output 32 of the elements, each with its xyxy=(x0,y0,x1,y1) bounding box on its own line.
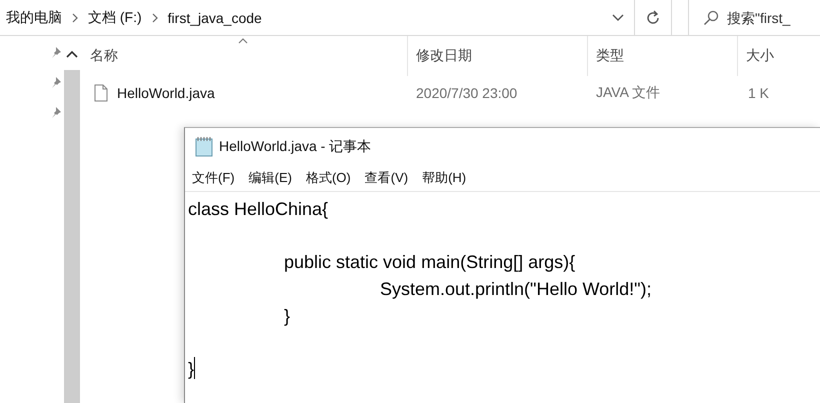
chevron-right-icon xyxy=(152,12,158,22)
pin-icon[interactable] xyxy=(50,106,62,118)
text-area[interactable]: class HelloChina{ public static void main(String[] args){ System.out.println("Hello World!"); } } xyxy=(185,192,820,383)
sort-up-icon xyxy=(238,38,248,44)
column-header[interactable]: 大小 xyxy=(738,36,820,76)
menu-item[interactable]: 格式(O) xyxy=(306,169,351,187)
pin-icon[interactable] xyxy=(50,46,62,58)
menu-item[interactable]: 查看(V) xyxy=(364,169,408,187)
table-cell-text: JAVA 文件 xyxy=(595,84,662,102)
chevron-down-icon xyxy=(612,14,624,22)
search-field[interactable]: 搜索"first_ xyxy=(727,10,807,26)
file-name[interactable]: HelloWorld.java xyxy=(117,85,215,101)
notepad-icon xyxy=(195,136,213,156)
search-icon xyxy=(703,10,719,26)
table-cell-text: 2020/7/30 23:00 xyxy=(415,85,518,101)
refresh-icon xyxy=(645,10,661,26)
chevron-right-icon xyxy=(72,12,78,22)
table-cell-text: 1 K xyxy=(747,85,770,101)
code-text: class HelloChina{ public static void main(String[] args){ System.out.println("Hello World!"); } } xyxy=(188,196,652,383)
breadcrumb-item[interactable]: first_java_code xyxy=(168,10,262,26)
breadcrumb-item[interactable]: 我的电脑 xyxy=(6,8,62,26)
pin-icon[interactable] xyxy=(50,76,62,88)
menu-item[interactable]: 编辑(E) xyxy=(248,169,292,187)
window-title: HelloWorld.java - 记事本 xyxy=(219,138,372,156)
column-header[interactable]: 名称 xyxy=(80,36,408,76)
menu-item[interactable]: 文件(F) xyxy=(192,169,235,187)
column-header[interactable]: 类型 xyxy=(588,36,738,76)
column-header[interactable]: 修改日期 xyxy=(408,36,588,76)
menu-item[interactable]: 帮助(H) xyxy=(422,169,466,187)
breadcrumb-item[interactable]: 文档 (F:) xyxy=(88,8,142,26)
file-icon xyxy=(94,84,108,102)
scroll-up-icon xyxy=(66,50,78,58)
